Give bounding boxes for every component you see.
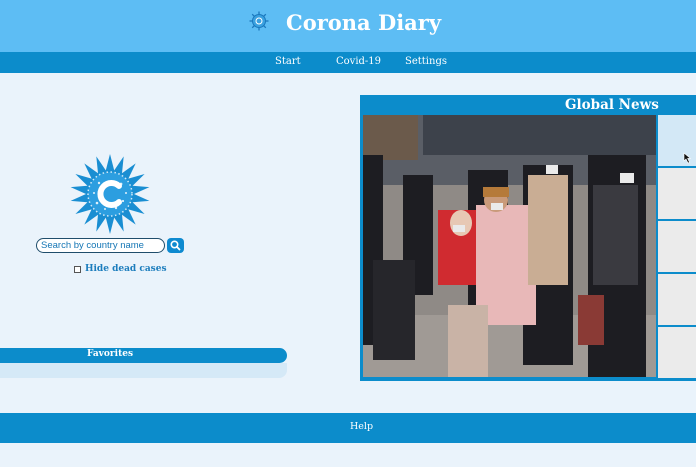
global-news-panel: Global News bbox=[360, 95, 696, 381]
app-footer: Help bbox=[0, 413, 696, 443]
search-icon bbox=[170, 240, 181, 251]
main-nav: Start Covid-19 Settings bbox=[0, 52, 696, 73]
nav-start[interactable]: Start bbox=[275, 56, 301, 67]
app-header: Corona Diary bbox=[0, 0, 696, 52]
news-title: Global News bbox=[565, 97, 659, 113]
news-slot-5[interactable] bbox=[658, 327, 696, 378]
news-slot-2[interactable] bbox=[658, 168, 696, 219]
search-button[interactable] bbox=[167, 238, 184, 253]
news-slot-1[interactable] bbox=[658, 115, 696, 166]
nav-settings[interactable]: Settings bbox=[405, 56, 447, 67]
corona-logo bbox=[70, 154, 150, 234]
virus-icon bbox=[249, 11, 269, 31]
favorites-list bbox=[0, 363, 287, 378]
news-slot-4[interactable] bbox=[658, 274, 696, 325]
hide-dead-label: Hide dead cases bbox=[85, 264, 167, 274]
favorites-title: Favorites bbox=[86, 349, 134, 359]
nav-covid-19[interactable]: Covid-19 bbox=[336, 56, 381, 67]
hide-dead-checkbox[interactable] bbox=[74, 266, 81, 273]
favorites-panel: Favorites bbox=[0, 348, 287, 380]
news-photo[interactable] bbox=[363, 115, 656, 377]
news-image bbox=[363, 115, 656, 377]
app-title: Corona Diary bbox=[286, 10, 442, 35]
country-search-box bbox=[36, 238, 165, 253]
favorites-header[interactable]: Favorites bbox=[0, 348, 287, 363]
country-search-input[interactable] bbox=[41, 239, 161, 251]
help-link[interactable]: Help bbox=[350, 421, 373, 432]
news-slot-3[interactable] bbox=[658, 221, 696, 272]
cursor-icon bbox=[683, 152, 692, 164]
